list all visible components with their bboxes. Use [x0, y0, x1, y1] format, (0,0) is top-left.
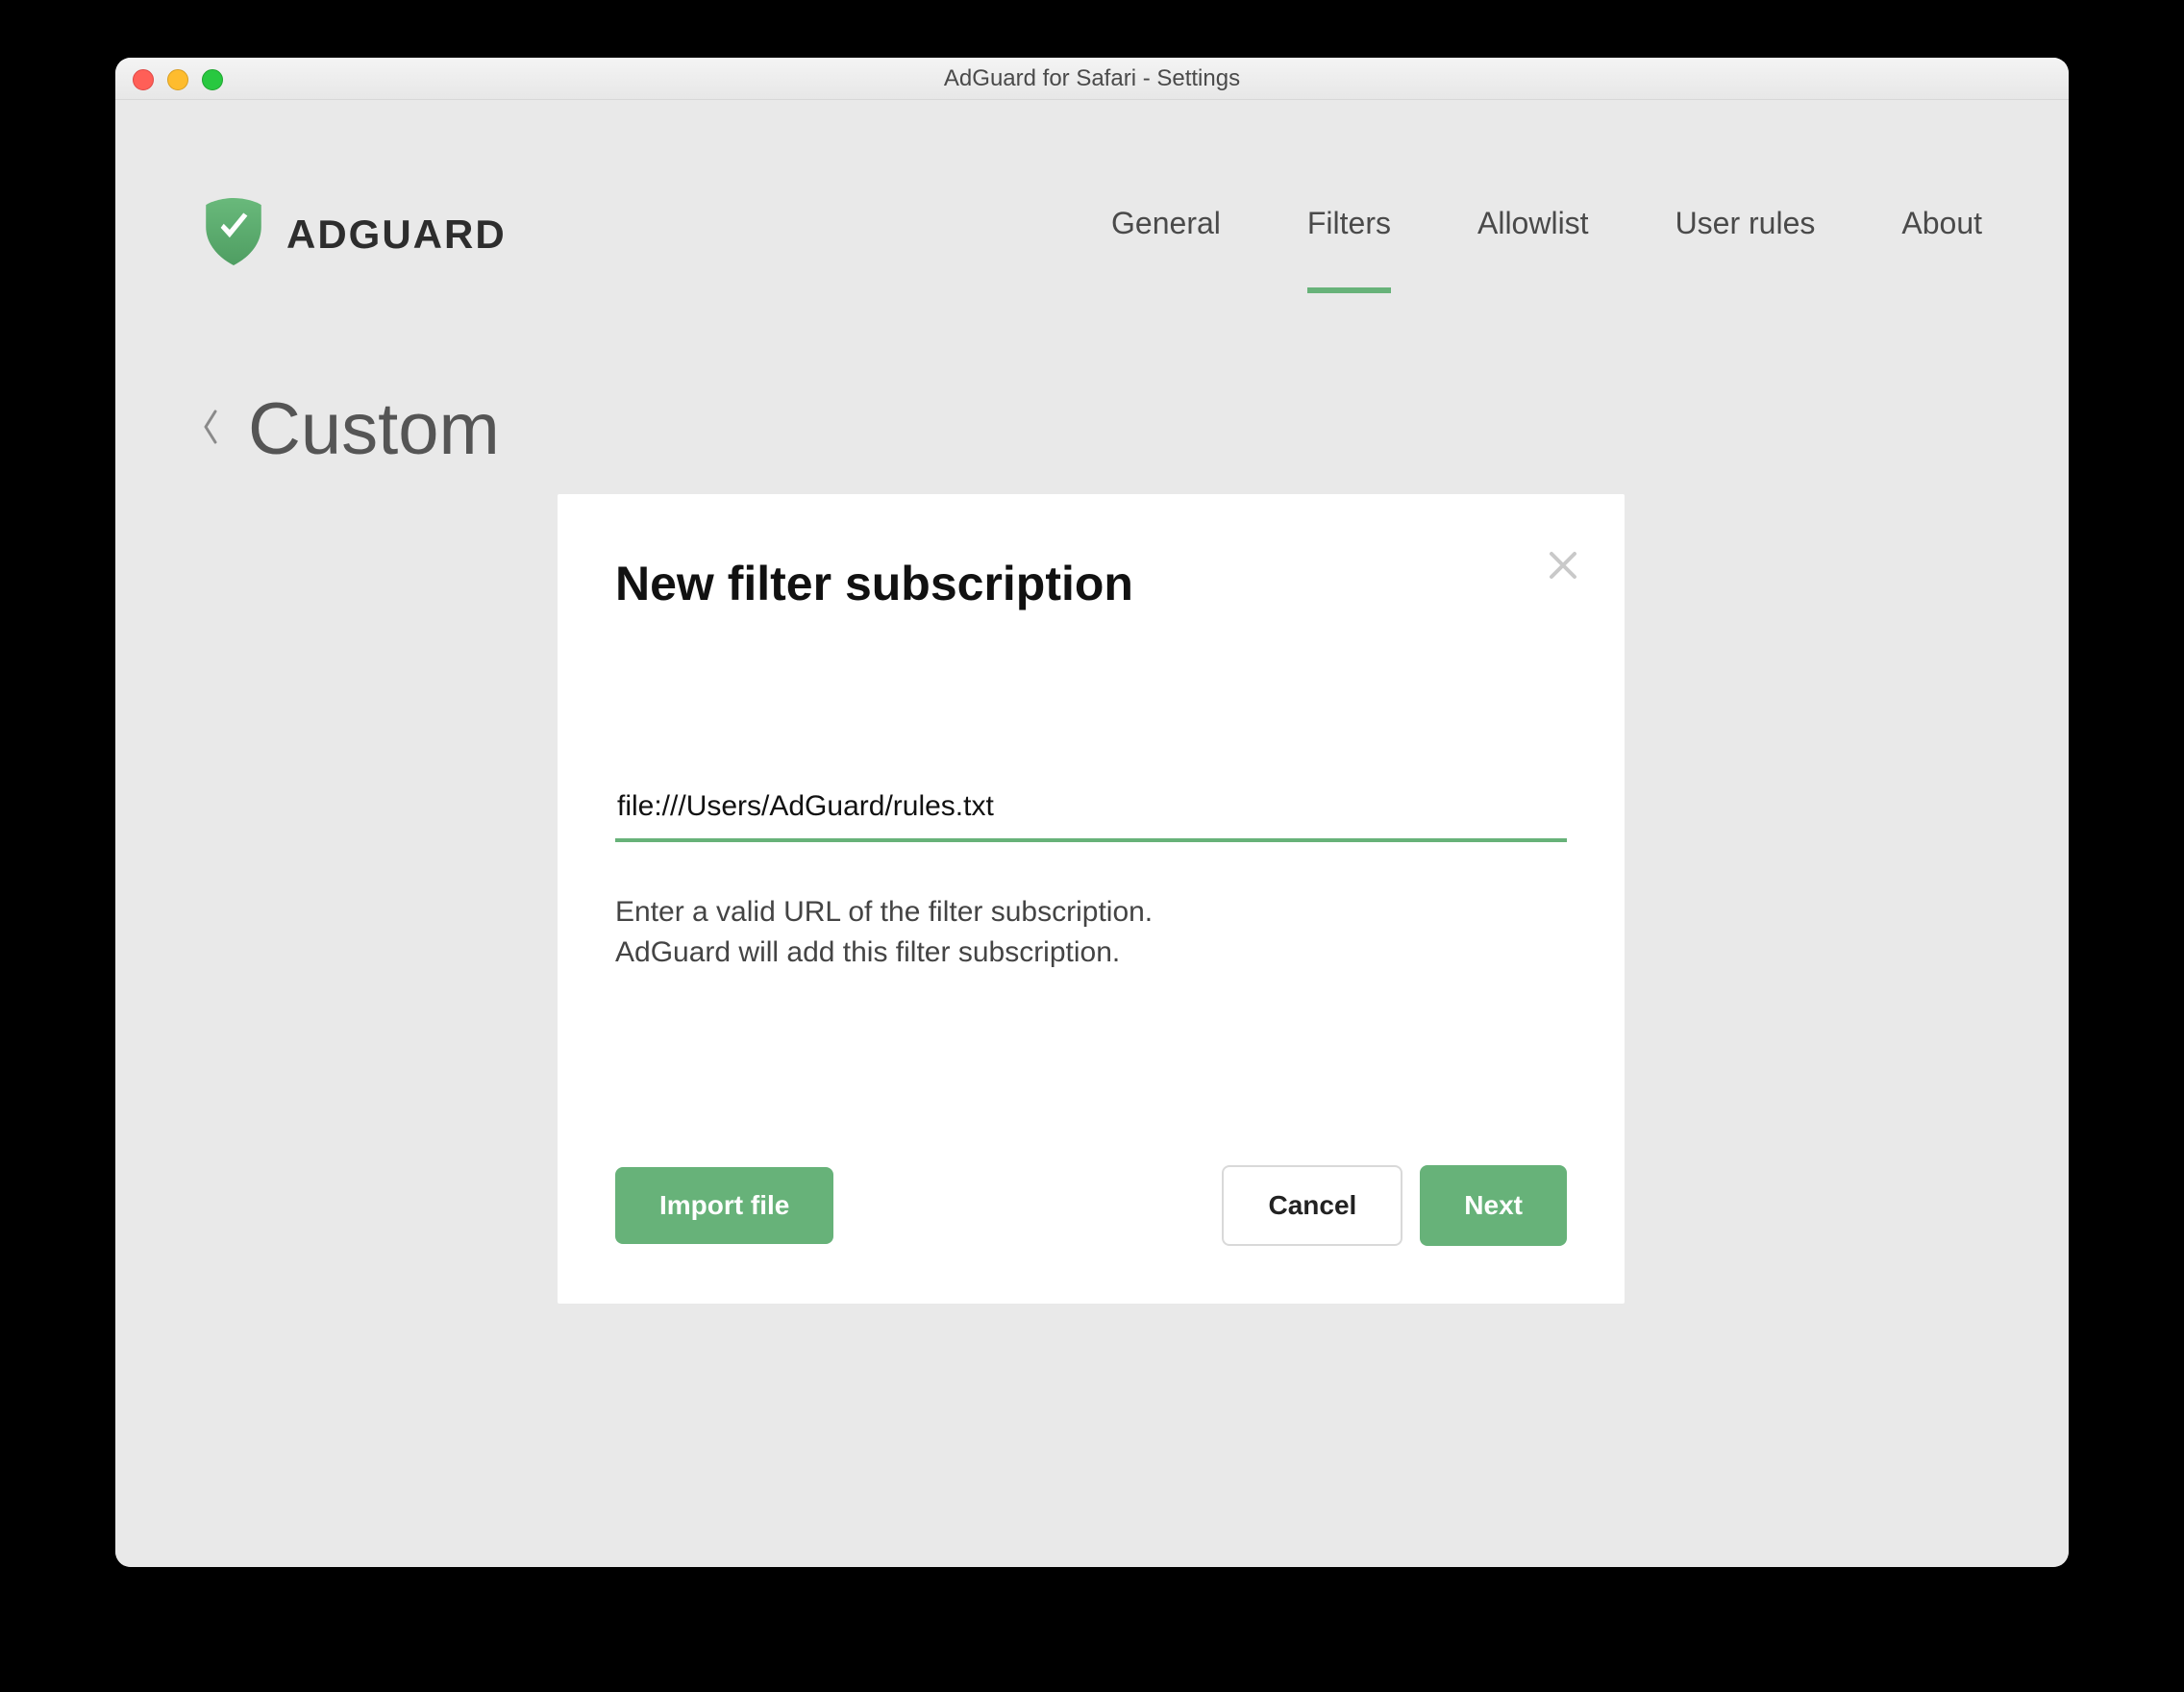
- chevron-left-icon[interactable]: [202, 410, 221, 449]
- modal-title: New filter subscription: [615, 556, 1567, 611]
- header: ADGUARD General Filters Allowlist User r…: [115, 100, 2069, 272]
- filter-url-input[interactable]: [615, 784, 1567, 842]
- import-file-button[interactable]: Import file: [615, 1167, 833, 1244]
- modal-help-line2: AdGuard will add this filter subscriptio…: [615, 933, 1567, 973]
- zoom-window-button[interactable]: [202, 69, 223, 90]
- close-window-button[interactable]: [133, 69, 154, 90]
- window-content: ADGUARD General Filters Allowlist User r…: [115, 100, 2069, 1567]
- tab-about[interactable]: About: [1901, 206, 1982, 262]
- modal-help-text: Enter a valid URL of the filter subscrip…: [615, 892, 1567, 973]
- minimize-window-button[interactable]: [167, 69, 188, 90]
- next-button[interactable]: Next: [1420, 1165, 1567, 1246]
- nav-tabs: General Filters Allowlist User rules Abo…: [1111, 206, 1982, 262]
- app-window: AdGuard for Safari - Settings: [115, 58, 2069, 1567]
- brand: ADGUARD: [202, 196, 507, 272]
- tab-filters[interactable]: Filters: [1307, 206, 1391, 262]
- modal-buttons: Import file Cancel Next: [615, 1165, 1567, 1246]
- window-controls: [133, 69, 223, 90]
- breadcrumb: Custom: [115, 272, 2069, 471]
- page-title: Custom: [248, 387, 500, 471]
- close-icon[interactable]: [1546, 548, 1580, 583]
- titlebar: AdGuard for Safari - Settings: [115, 58, 2069, 100]
- shield-logo-icon: [202, 196, 265, 272]
- tab-allowlist[interactable]: Allowlist: [1477, 206, 1589, 262]
- modal-help-line1: Enter a valid URL of the filter subscrip…: [615, 892, 1567, 933]
- tab-general[interactable]: General: [1111, 206, 1221, 262]
- window-title: AdGuard for Safari - Settings: [115, 65, 2069, 92]
- tab-user-rules[interactable]: User rules: [1675, 206, 1816, 262]
- brand-name: ADGUARD: [286, 212, 507, 258]
- cancel-button[interactable]: Cancel: [1222, 1165, 1402, 1246]
- new-filter-modal: New filter subscription Enter a valid UR…: [558, 494, 1625, 1304]
